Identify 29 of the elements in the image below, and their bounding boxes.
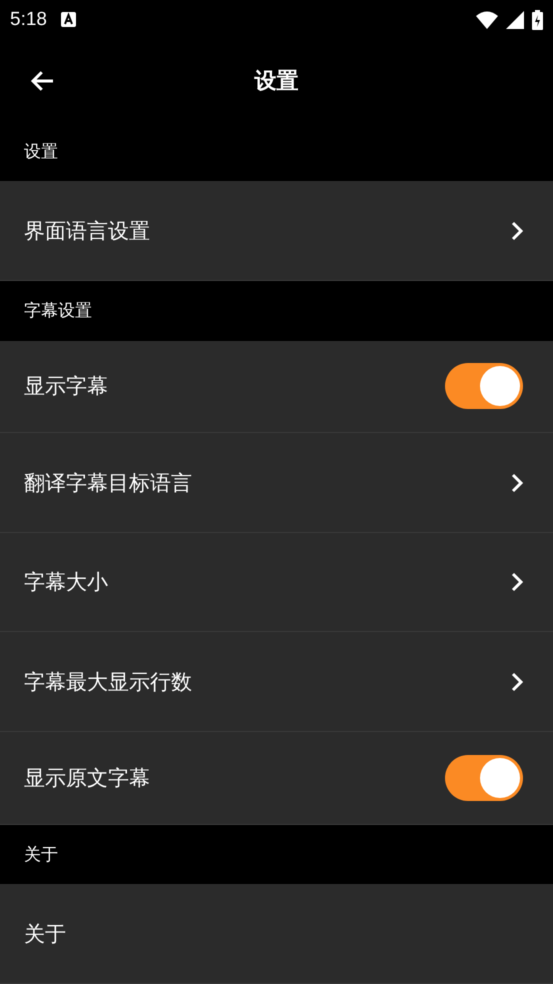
settings-row[interactable]: 字幕最大显示行数 [0, 632, 553, 732]
chevron-right-icon [511, 672, 523, 692]
row-label: 翻译字幕目标语言 [24, 470, 192, 497]
notification-icon [60, 12, 76, 28]
settings-row[interactable]: 界面语言设置 [0, 181, 553, 281]
settings-row[interactable]: 显示字幕 [0, 340, 553, 434]
row-label: 字幕最大显示行数 [24, 668, 192, 696]
row-label: 关于 [24, 920, 66, 948]
row-label: 显示字幕 [24, 373, 108, 400]
signal-icon [506, 10, 524, 29]
wifi-icon [476, 10, 498, 29]
chevron-right-icon [511, 572, 523, 592]
row-label: 界面语言设置 [24, 218, 150, 245]
toggle-switch[interactable] [445, 363, 523, 410]
row-label: 字幕大小 [24, 569, 108, 596]
settings-row[interactable]: 翻译字幕目标语言 [0, 433, 553, 533]
settings-row[interactable]: 显示原文字幕 [0, 732, 553, 825]
toggle-switch[interactable] [445, 754, 523, 801]
section-title: 关于 [24, 844, 58, 866]
chevron-right-icon [511, 220, 523, 241]
section-title: 设置 [24, 140, 58, 163]
settings-row[interactable]: 关于 [0, 884, 553, 984]
page-title: 设置 [254, 68, 298, 96]
section-title: 字幕设置 [24, 300, 92, 322]
status-time: 5:18 [10, 8, 47, 31]
row-label: 显示原文字幕 [24, 764, 150, 792]
settings-row[interactable]: 字幕大小 [0, 532, 553, 632]
chevron-right-icon [511, 472, 523, 493]
battery-icon [532, 10, 543, 30]
